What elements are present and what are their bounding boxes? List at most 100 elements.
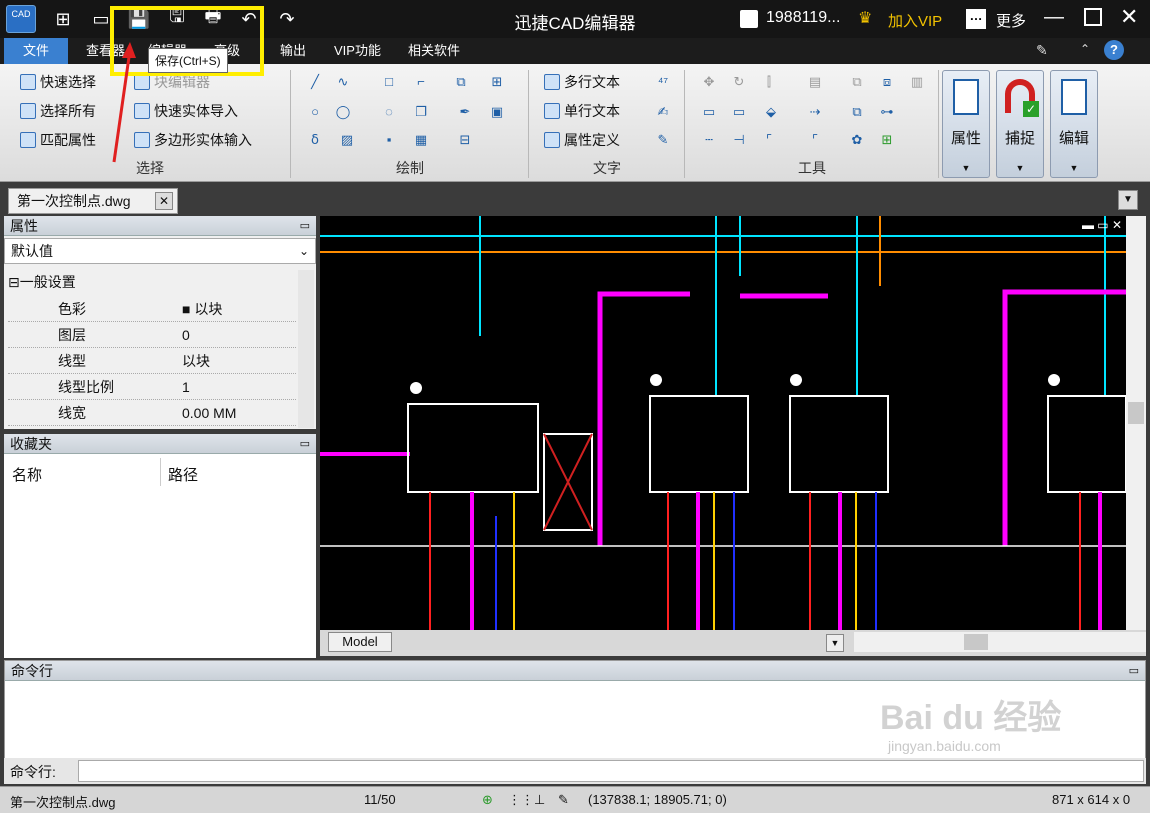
pen-icon[interactable]: ✒ [456, 104, 474, 120]
column-path[interactable]: 路径 [168, 464, 198, 485]
layout-menu-icon[interactable]: ▼ [826, 634, 844, 652]
more-icon[interactable]: … [966, 9, 986, 29]
collapse-ribbon-icon[interactable]: ⌃ [1080, 42, 1090, 56]
copy-icon[interactable]: ❐ [412, 104, 430, 120]
dim-chain-icon[interactable]: ┄ [700, 132, 718, 148]
hatch-tool-icon[interactable]: ⊞ [488, 74, 506, 90]
properties-dropdown[interactable]: 默认值 ⌄ [4, 238, 316, 264]
prop-row-color[interactable]: 色彩 ■ 以块 [8, 296, 296, 322]
circle-icon[interactable]: ○ [306, 104, 324, 120]
new-file-icon[interactable]: ⊞ [50, 6, 76, 32]
separator [290, 70, 291, 178]
arc-icon[interactable]: ◌ [380, 104, 398, 120]
ellipse-icon[interactable]: ◯ [334, 104, 352, 120]
prop-row-layer[interactable]: 图层 0 [8, 322, 296, 348]
drawing-canvas[interactable]: ▬ ▭ ✕ [320, 216, 1126, 630]
revcloud-icon[interactable]: ẟ [306, 132, 324, 148]
user-name[interactable]: 1988119... [766, 9, 840, 27]
canvas-vertical-scrollbar[interactable] [1126, 216, 1146, 630]
select-all-button[interactable]: 选择所有 [20, 101, 96, 121]
hatch-icon[interactable]: ▨ [338, 132, 356, 148]
grid-status-icon[interactable]: ⋮⋮ [508, 792, 534, 808]
model-tab[interactable]: Model [328, 632, 392, 652]
angle-icon[interactable]: ⌜ [806, 132, 824, 148]
menu-related[interactable]: 相关软件 [398, 38, 470, 64]
quick-entity-import-button[interactable]: 快速实体导入 [134, 101, 238, 121]
dim-aligned-icon[interactable]: ▭ [730, 104, 748, 120]
help-icon[interactable]: ? [1104, 40, 1124, 60]
table-icon[interactable]: ⊟ [456, 132, 474, 148]
menu-vip[interactable]: VIP功能 [324, 38, 391, 64]
command-input[interactable] [78, 760, 1144, 782]
attribute-definition-button[interactable]: 属性定义 [544, 130, 620, 150]
status-page: 11/50 [364, 792, 396, 807]
close-icon[interactable]: ✕ [1120, 4, 1138, 30]
corner-icon[interactable]: ⌜ [760, 132, 778, 148]
skin-icon[interactable]: ✎ [1036, 42, 1048, 59]
scroll-thumb[interactable] [964, 634, 988, 650]
mirror-icon[interactable]: ⫿ [760, 74, 778, 90]
region-icon[interactable]: ▣ [488, 104, 506, 120]
single-line-text-button[interactable]: 单行文本 [544, 101, 620, 121]
separator [938, 70, 939, 178]
multiline-text-button[interactable]: 多行文本 [544, 72, 620, 92]
prop-row-linetype-scale[interactable]: 线型比例 1 [8, 374, 296, 400]
pin-icon[interactable]: ▭ [300, 216, 310, 236]
mtext-icon [544, 74, 560, 90]
dim-base-icon[interactable]: ⊣ [730, 132, 748, 148]
maximize-icon[interactable] [1084, 8, 1102, 26]
scroll-thumb[interactable] [1128, 402, 1144, 424]
point-icon[interactable]: ▪ [380, 132, 398, 148]
link-icon[interactable]: ⊶ [878, 104, 896, 120]
export-icon[interactable]: ⊞ [878, 132, 896, 148]
more-label[interactable]: 更多 [996, 10, 1026, 31]
properties-scrollbar[interactable] [298, 270, 314, 428]
image-icon[interactable]: ▦ [412, 132, 430, 148]
block-insert-icon[interactable]: ⧉ [452, 74, 470, 90]
canvas-window-controls[interactable]: ▬ ▭ ✕ [1082, 218, 1122, 232]
polyline-icon[interactable]: ⌐ [412, 74, 430, 90]
minimize-icon[interactable]: — [1044, 6, 1064, 29]
tab-menu-icon[interactable]: ▼ [1118, 190, 1138, 210]
prop-row-lineweight[interactable]: 线宽 0.00 MM [8, 400, 296, 426]
join-vip-link[interactable]: 加入VIP [888, 10, 942, 31]
properties-big-button[interactable]: 属性 ▼ [942, 70, 990, 178]
redo-icon[interactable]: ↷ [274, 6, 300, 32]
text-style-icon[interactable]: ⁴⁷ [654, 74, 672, 90]
document-tab[interactable]: 第一次控制点.dwg ✕ [8, 188, 178, 214]
match-properties-button[interactable]: 匹配属性 [20, 130, 96, 150]
rectangle-icon[interactable]: □ [380, 74, 398, 90]
lineweight-status-icon[interactable]: ✎ [558, 792, 569, 808]
layer-icon[interactable]: ▤ [806, 74, 824, 90]
menu-file[interactable]: 文件 [4, 38, 68, 64]
edit-big-button[interactable]: 编辑 ▼ [1050, 70, 1098, 178]
array-icon[interactable]: ⧉ [848, 74, 866, 90]
close-tab-icon[interactable]: ✕ [155, 192, 173, 210]
canvas-horizontal-scrollbar[interactable] [854, 632, 1146, 652]
quick-select-button[interactable]: 快速选择 [20, 72, 96, 92]
avatar-icon[interactable] [740, 10, 758, 28]
measure-icon[interactable]: ⇢ [806, 104, 824, 120]
menu-output[interactable]: 输出 [270, 38, 316, 64]
pin-icon[interactable]: ▭ [300, 434, 310, 454]
group-icon[interactable]: ⧈ [878, 74, 896, 90]
explode-icon[interactable]: ⧉ [848, 104, 866, 120]
text-edit-icon[interactable]: ✍ [654, 104, 672, 120]
move-icon[interactable]: ✥ [700, 74, 718, 90]
snap-status-icon[interactable]: ⊕ [482, 792, 493, 808]
prop-row-linetype[interactable]: 线型 以块 [8, 348, 296, 374]
column-name[interactable]: 名称 [12, 464, 42, 485]
rotate-icon[interactable]: ↻ [730, 74, 748, 90]
snap-big-button[interactable]: ✓ 捕捉 ▼ [996, 70, 1044, 178]
spline-icon[interactable]: ∿ [334, 74, 352, 90]
paint-bucket-icon[interactable]: ⬙ [762, 104, 780, 120]
dim-linear-icon[interactable]: ▭ [700, 104, 718, 120]
line-icon[interactable]: ╱ [306, 74, 324, 90]
pin-icon[interactable]: ▭ [1129, 661, 1139, 681]
polygon-entity-input-button[interactable]: 多边形实体输入 [134, 130, 252, 150]
ortho-status-icon[interactable]: ⊥ [534, 792, 545, 808]
text-pen-icon[interactable]: ✎ [654, 132, 672, 148]
section-general[interactable]: ⊟一般设置 [8, 270, 296, 294]
blob-icon[interactable]: ✿ [848, 132, 866, 148]
align-icon[interactable]: ▥ [908, 74, 926, 90]
